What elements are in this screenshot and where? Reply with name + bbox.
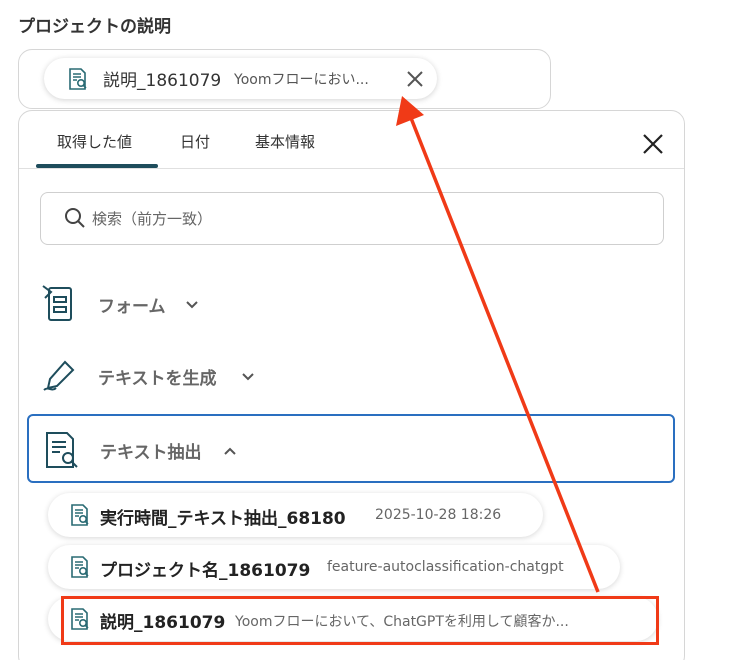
chip-name: 説明_1861079 (103, 71, 222, 91)
close-icon[interactable] (642, 133, 664, 155)
chevron-up-icon (222, 443, 238, 459)
group-text-extraction[interactable]: テキスト抽出 (27, 414, 675, 483)
list-item[interactable]: 実行時間_テキスト抽出_68180 2025-10-28 18:26 (48, 493, 543, 537)
tab-date[interactable]: 日付 (180, 131, 210, 152)
document-search-icon (66, 67, 90, 95)
document-search-icon (68, 555, 92, 583)
tabs-divider (19, 168, 684, 169)
group-generate-text[interactable]: テキストを生成 (27, 342, 675, 411)
group-label: テキストを生成 (98, 369, 217, 389)
chevron-down-icon (184, 297, 200, 313)
form-icon (41, 284, 77, 328)
item-value: feature-autoclassification-chatgpt (327, 559, 564, 575)
highlight-box (61, 596, 659, 645)
search-placeholder: 検索（前方一致） (92, 210, 213, 228)
document-search-icon (43, 430, 81, 474)
item-value: 2025-10-28 18:26 (375, 507, 502, 523)
tab-basic-info[interactable]: 基本情報 (255, 131, 315, 152)
section-title: プロジェクトの説明 (18, 17, 171, 37)
chip-preview: Yoomフローにおい... (234, 71, 369, 88)
item-name: プロジェクト名_1861079 (100, 561, 311, 581)
chevron-down-icon (240, 369, 256, 385)
list-item[interactable]: プロジェクト名_1861079 feature-autoclassificati… (48, 545, 620, 589)
tab-acquired-values[interactable]: 取得した値 (57, 131, 132, 152)
group-label: テキスト抽出 (100, 443, 202, 463)
search-icon (64, 207, 86, 233)
remove-chip-icon[interactable] (405, 69, 425, 89)
selected-value-chip[interactable]: 説明_1861079 Yoomフローにおい... (44, 58, 437, 99)
group-label: フォーム (98, 297, 166, 317)
group-form[interactable]: フォーム (27, 270, 675, 339)
pen-icon (41, 356, 81, 400)
item-name: 実行時間_テキスト抽出_68180 (100, 509, 346, 529)
search-input[interactable]: 検索（前方一致） (40, 192, 664, 245)
document-search-icon (68, 503, 92, 531)
